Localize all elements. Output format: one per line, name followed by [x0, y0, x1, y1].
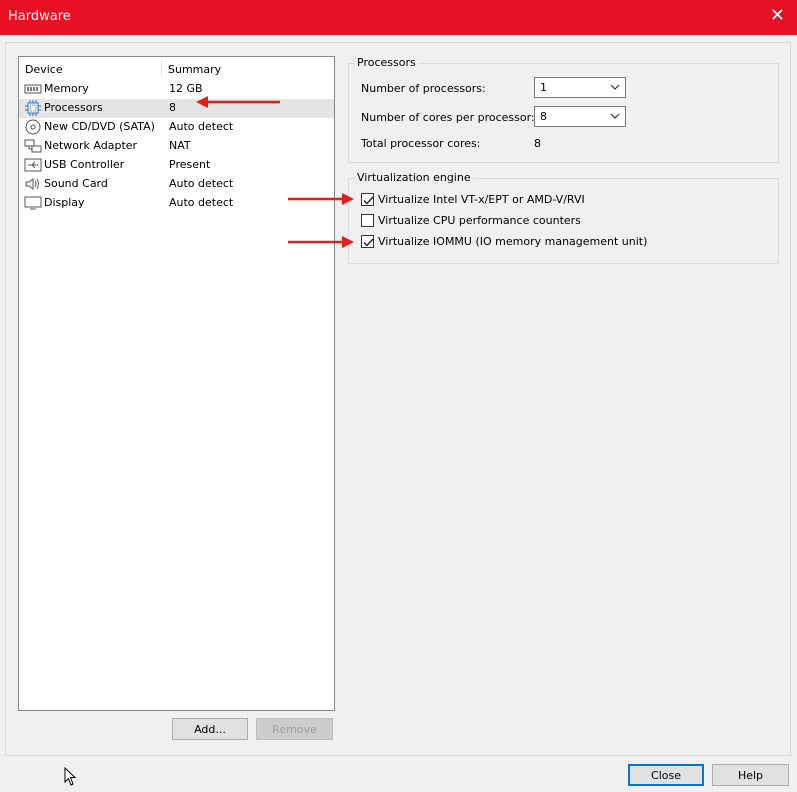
- device-row-processors[interactable]: Processors 8: [19, 99, 334, 118]
- cores-per-processor-label: Number of cores per processor:: [361, 111, 535, 124]
- device-summary: Auto detect: [169, 177, 234, 190]
- num-processors-value: 1: [540, 81, 547, 94]
- virtualize-iommu-checkbox[interactable]: [361, 235, 374, 248]
- device-name: Network Adapter: [44, 139, 138, 152]
- memory-icon: [24, 81, 42, 97]
- checkmark-icon: [363, 238, 374, 247]
- processor-icon: [24, 100, 42, 116]
- mouse-cursor-icon: [64, 767, 77, 786]
- device-row-display[interactable]: Display Auto detect: [19, 194, 334, 213]
- title-bar: Hardware ✕: [0, 0, 797, 35]
- annotation-arrow-icon: [288, 236, 354, 248]
- device-name: Display: [44, 196, 85, 209]
- cores-per-processor-select[interactable]: 8: [534, 106, 626, 127]
- device-row-usb-controller[interactable]: USB Controller Present: [19, 156, 334, 175]
- num-processors-select[interactable]: 1: [534, 77, 626, 98]
- virtualize-vtx-checkbox[interactable]: [361, 193, 374, 206]
- total-cores-label: Total processor cores:: [361, 137, 481, 150]
- virtualize-vtx-label[interactable]: Virtualize Intel VT-x/EPT or AMD-V/RVI: [378, 193, 585, 206]
- window-title: Hardware: [8, 9, 71, 24]
- network-adapter-icon: [24, 138, 42, 154]
- virtualize-cpu-counters-label[interactable]: Virtualize CPU performance counters: [378, 214, 581, 227]
- help-button[interactable]: Help: [712, 764, 789, 786]
- device-list[interactable]: Device Summary Memory 12 GB Processors 8…: [18, 56, 335, 711]
- device-name: Memory: [44, 82, 89, 95]
- chevron-down-icon: [610, 84, 620, 90]
- device-summary: Present: [169, 158, 211, 171]
- remove-button[interactable]: Remove: [256, 718, 333, 740]
- chevron-down-icon: [610, 113, 620, 119]
- processors-group-legend: Processors: [355, 56, 418, 69]
- virtualize-iommu-label[interactable]: Virtualize IOMMU (IO memory management u…: [378, 235, 647, 248]
- device-summary: 8: [169, 101, 176, 114]
- speaker-icon: [24, 176, 42, 192]
- device-name: Processors: [44, 101, 103, 114]
- device-summary: 12 GB: [169, 82, 203, 95]
- device-summary: Auto detect: [169, 120, 234, 133]
- usb-icon: [24, 157, 42, 173]
- device-name: New CD/DVD (SATA): [44, 120, 155, 133]
- close-icon[interactable]: ✕: [770, 7, 785, 25]
- column-header-device[interactable]: Device: [25, 63, 63, 76]
- list-header: Device Summary: [19, 57, 334, 79]
- device-row-cd-dvd[interactable]: New CD/DVD (SATA) Auto detect: [19, 118, 334, 137]
- device-row-sound-card[interactable]: Sound Card Auto detect: [19, 175, 334, 194]
- annotation-arrow-icon: [288, 193, 354, 205]
- checkmark-icon: [363, 196, 374, 205]
- virtualization-engine-legend: Virtualization engine: [355, 171, 473, 184]
- cd-dvd-icon: [24, 119, 42, 135]
- device-summary: NAT: [169, 139, 191, 152]
- annotation-arrow-icon: [196, 96, 280, 108]
- add-button[interactable]: Add...: [172, 718, 248, 740]
- column-header-summary[interactable]: Summary: [168, 63, 221, 76]
- device-name: Sound Card: [44, 177, 108, 190]
- monitor-icon: [24, 195, 42, 211]
- num-processors-label: Number of processors:: [361, 82, 486, 95]
- cores-per-processor-value: 8: [540, 110, 547, 123]
- device-row-memory[interactable]: Memory 12 GB: [19, 80, 334, 99]
- close-button[interactable]: Close: [628, 764, 704, 786]
- device-name: USB Controller: [44, 158, 125, 171]
- virtualize-cpu-counters-checkbox[interactable]: [361, 214, 374, 227]
- total-cores-value: 8: [534, 137, 541, 150]
- device-summary: Auto detect: [169, 196, 234, 209]
- column-separator[interactable]: [161, 59, 162, 77]
- device-row-network-adapter[interactable]: Network Adapter NAT: [19, 137, 334, 156]
